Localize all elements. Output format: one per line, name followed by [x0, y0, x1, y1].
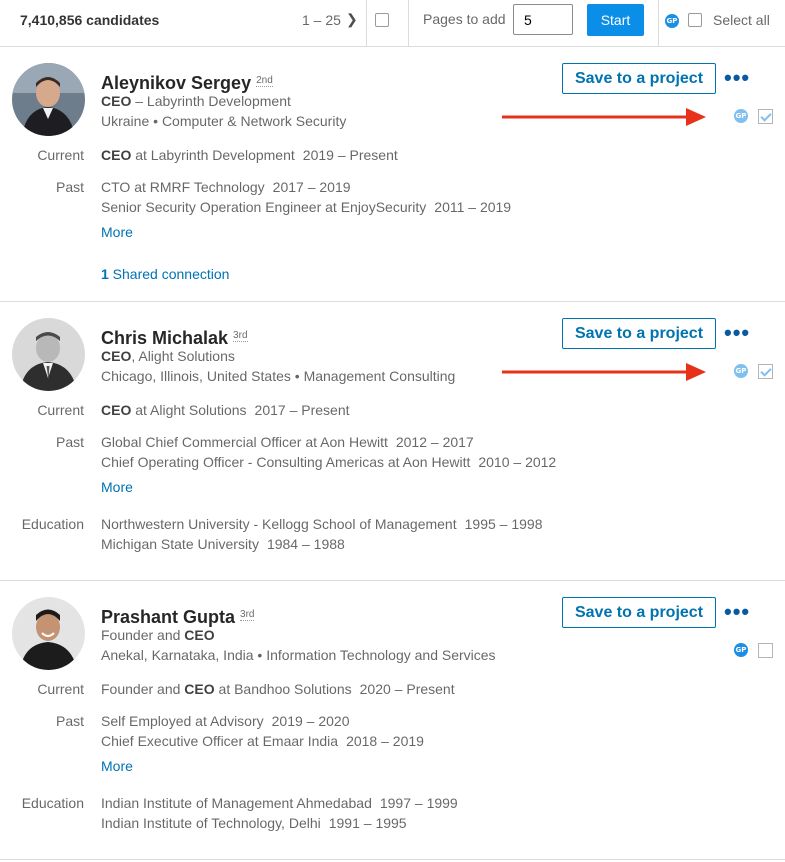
page-select-checkbox[interactable]	[375, 13, 389, 27]
current-label: Current	[37, 681, 84, 697]
pages-to-add-label: Pages to add	[423, 11, 506, 27]
select-all-label[interactable]: Select all	[713, 12, 770, 28]
candidate-name[interactable]: Chris Michalak 3rd	[101, 328, 248, 349]
candidate-headline: CEO, Alight Solutions	[101, 348, 235, 364]
education-entry: Northwestern University - Kellogg School…	[101, 516, 543, 532]
past-position: Global Chief Commercial Officer at Aon H…	[101, 434, 474, 450]
candidate-name[interactable]: Prashant Gupta 3rd	[101, 607, 255, 628]
candidate-name[interactable]: Aleynikov Sergey 2nd	[101, 73, 273, 94]
education-label: Education	[21, 516, 84, 532]
save-to-project-button[interactable]: Save to a project	[562, 318, 716, 349]
divider	[366, 0, 367, 46]
shared-connection-link[interactable]: 1 Shared connection	[101, 266, 229, 282]
candidate-count: 7,410,856 candidates	[20, 12, 160, 28]
candidate-location: Chicago, Illinois, United States • Manag…	[101, 368, 456, 384]
candidate-card: Prashant Gupta 3rd Founder and CEO Anekal…	[0, 581, 785, 860]
more-link[interactable]: More	[101, 479, 133, 495]
candidate-card: Aleynikov Sergey 2nd CEO – Labyrinth Deve…	[0, 47, 785, 302]
current-label: Current	[37, 402, 84, 418]
more-actions-icon[interactable]: •••	[724, 322, 750, 344]
select-candidate-checkbox[interactable]	[758, 364, 773, 379]
avatar[interactable]	[12, 597, 85, 670]
education-label: Education	[21, 795, 84, 811]
more-actions-icon[interactable]: •••	[724, 67, 750, 89]
connection-degree: 3rd	[233, 330, 248, 342]
current-label: Current	[37, 147, 84, 163]
gp-badge-icon: GP	[734, 109, 748, 123]
gp-badge-icon: GP	[665, 14, 679, 28]
select-candidate-checkbox[interactable]	[758, 109, 773, 124]
pagination-range: 1 – 25	[302, 12, 341, 28]
pages-to-add-input[interactable]	[513, 4, 573, 35]
education-entry: Indian Institute of Management Ahmedabad…	[101, 795, 458, 811]
start-button[interactable]: Start	[587, 4, 644, 36]
avatar[interactable]	[12, 318, 85, 391]
candidate-location: Ukraine • Computer & Network Security	[101, 113, 347, 129]
past-position: Chief Operating Officer - Consulting Ame…	[101, 454, 557, 470]
candidate-location: Anekal, Karnataka, India • Information T…	[101, 647, 496, 663]
candidate-headline: Founder and CEO	[101, 627, 215, 643]
divider	[408, 0, 409, 46]
gp-badge-icon: GP	[734, 364, 748, 378]
select-candidate-checkbox[interactable]	[758, 643, 773, 658]
connection-degree: 2nd	[256, 75, 273, 87]
select-all-checkbox[interactable]	[688, 13, 702, 27]
education-entry: Michigan State University 1984 – 1988	[101, 536, 345, 552]
save-to-project-button[interactable]: Save to a project	[562, 597, 716, 628]
avatar[interactable]	[12, 63, 85, 136]
gp-badge-icon: GP	[734, 643, 748, 657]
past-label: Past	[55, 713, 84, 729]
past-label: Past	[55, 434, 84, 450]
past-label: Past	[55, 179, 84, 195]
past-position: Senior Security Operation Engineer at En…	[101, 199, 512, 215]
more-link[interactable]: More	[101, 224, 133, 240]
candidate-card: Chris Michalak 3rd CEO, Alight Solutions …	[0, 302, 785, 581]
past-position: Self Employed at Advisory 2019 – 2020	[101, 713, 350, 729]
results-toolbar: 7,410,856 candidates 1 – 25 ❯ Pages to a…	[0, 0, 785, 47]
current-position: CEO at Alight Solutions 2017 – Present	[101, 402, 350, 418]
current-position: Founder and CEO at Bandhoo Solutions 2020…	[101, 681, 455, 697]
more-actions-icon[interactable]: •••	[724, 601, 750, 623]
connection-degree: 3rd	[240, 609, 255, 621]
divider	[658, 0, 659, 46]
arrow-right-icon	[502, 363, 706, 381]
current-position: CEO at Labyrinth Development 2019 – Prese…	[101, 147, 398, 163]
more-link[interactable]: More	[101, 758, 133, 774]
candidate-headline: CEO – Labyrinth Development	[101, 93, 291, 109]
past-position: Chief Executive Officer at Emaar India 20…	[101, 733, 424, 749]
arrow-right-icon	[502, 108, 706, 126]
save-to-project-button[interactable]: Save to a project	[562, 63, 716, 94]
past-position: CTO at RMRF Technology 2017 – 2019	[101, 179, 351, 195]
education-entry: Indian Institute of Technology, Delhi 199…	[101, 815, 407, 831]
chevron-right-icon[interactable]: ❯	[346, 11, 358, 28]
